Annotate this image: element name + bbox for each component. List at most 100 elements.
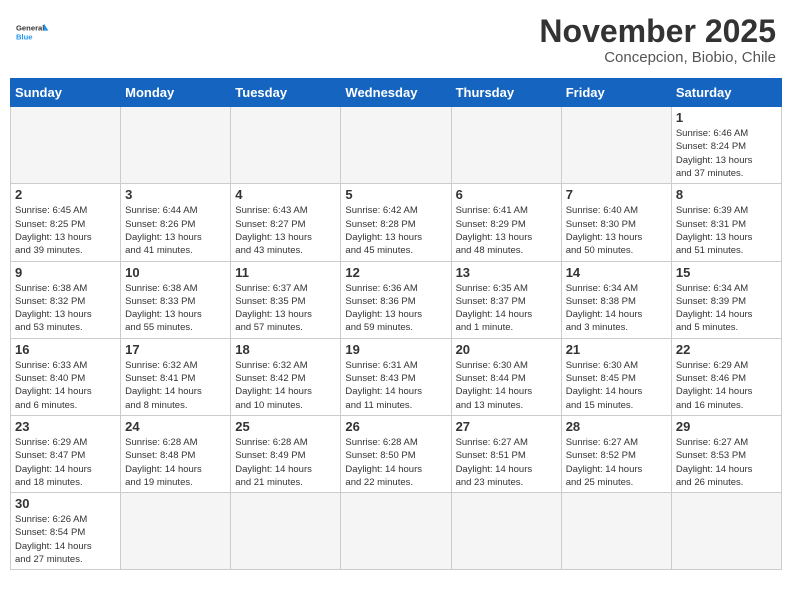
logo-icon: GeneralBlue <box>16 14 52 50</box>
calendar-cell <box>451 493 561 570</box>
day-number: 30 <box>15 496 116 511</box>
day-info: Sunrise: 6:31 AM Sunset: 8:43 PM Dayligh… <box>345 359 446 412</box>
svg-text:Blue: Blue <box>16 33 33 42</box>
day-number: 2 <box>15 187 116 202</box>
day-number: 20 <box>456 342 557 357</box>
calendar-cell: 22Sunrise: 6:29 AM Sunset: 8:46 PM Dayli… <box>671 338 781 415</box>
calendar-cell: 20 Sunrise: 6:30 AM Sunset: 8:44 PM Dayli… <box>451 338 561 415</box>
calendar-cell: 7 Sunrise: 6:40 AM Sunset: 8:30 PM Daylig… <box>561 184 671 261</box>
day-number: 8 <box>676 187 777 202</box>
day-number: 17 <box>125 342 226 357</box>
calendar-cell: 6 Sunrise: 6:41 AM Sunset: 8:29 PM Daylig… <box>451 184 561 261</box>
day-info: Sunrise: 6:38 AM Sunset: 8:32 PM Dayligh… <box>15 282 116 335</box>
day-info: Sunrise: 6:34 AM Sunset: 8:39 PM Dayligh… <box>676 282 777 335</box>
calendar-cell <box>121 493 231 570</box>
calendar-cell: 8Sunrise: 6:39 AM Sunset: 8:31 PM Daylig… <box>671 184 781 261</box>
day-number: 21 <box>566 342 667 357</box>
header: GeneralBlue November 2025 Concepcion, Bi… <box>10 10 782 70</box>
calendar-cell: 12Sunrise: 6:36 AM Sunset: 8:36 PM Dayli… <box>341 261 451 338</box>
day-info: Sunrise: 6:32 AM Sunset: 8:42 PM Dayligh… <box>235 359 336 412</box>
day-info: Sunrise: 6:41 AM Sunset: 8:29 PM Dayligh… <box>456 204 557 257</box>
calendar-header-row: SundayMondayTuesdayWednesdayThursdayFrid… <box>11 79 782 107</box>
calendar-cell: 27Sunrise: 6:27 AM Sunset: 8:51 PM Dayli… <box>451 415 561 492</box>
day-number: 10 <box>125 265 226 280</box>
day-info: Sunrise: 6:34 AM Sunset: 8:38 PM Dayligh… <box>566 282 667 335</box>
col-header-saturday: Saturday <box>671 79 781 107</box>
day-info: Sunrise: 6:44 AM Sunset: 8:26 PM Dayligh… <box>125 204 226 257</box>
day-info: Sunrise: 6:26 AM Sunset: 8:54 PM Dayligh… <box>15 513 116 566</box>
day-number: 18 <box>235 342 336 357</box>
calendar-cell <box>341 107 451 184</box>
day-info: Sunrise: 6:37 AM Sunset: 8:35 PM Dayligh… <box>235 282 336 335</box>
calendar-cell: 29 Sunrise: 6:27 AM Sunset: 8:53 PM Dayli… <box>671 415 781 492</box>
calendar-cell: 19Sunrise: 6:31 AM Sunset: 8:43 PM Dayli… <box>341 338 451 415</box>
calendar-cell <box>561 493 671 570</box>
calendar-cell: 9 Sunrise: 6:38 AM Sunset: 8:32 PM Daylig… <box>11 261 121 338</box>
calendar-cell <box>121 107 231 184</box>
col-header-wednesday: Wednesday <box>341 79 451 107</box>
calendar-cell: 25Sunrise: 6:28 AM Sunset: 8:49 PM Dayli… <box>231 415 341 492</box>
svg-text:General: General <box>16 24 44 33</box>
day-info: Sunrise: 6:30 AM Sunset: 8:45 PM Dayligh… <box>566 359 667 412</box>
day-number: 7 <box>566 187 667 202</box>
calendar-cell <box>451 107 561 184</box>
day-number: 25 <box>235 419 336 434</box>
calendar-week-row: 16 Sunrise: 6:33 AM Sunset: 8:40 PM Dayli… <box>11 338 782 415</box>
calendar-cell: 14 Sunrise: 6:34 AM Sunset: 8:38 PM Dayli… <box>561 261 671 338</box>
calendar-cell: 16 Sunrise: 6:33 AM Sunset: 8:40 PM Dayli… <box>11 338 121 415</box>
calendar-cell: 18 Sunrise: 6:32 AM Sunset: 8:42 PM Dayli… <box>231 338 341 415</box>
day-number: 24 <box>125 419 226 434</box>
calendar-cell <box>231 493 341 570</box>
calendar-week-row: 9 Sunrise: 6:38 AM Sunset: 8:32 PM Daylig… <box>11 261 782 338</box>
day-number: 5 <box>345 187 446 202</box>
day-number: 14 <box>566 265 667 280</box>
calendar-cell: 11 Sunrise: 6:37 AM Sunset: 8:35 PM Dayli… <box>231 261 341 338</box>
day-info: Sunrise: 6:27 AM Sunset: 8:53 PM Dayligh… <box>676 436 777 489</box>
col-header-tuesday: Tuesday <box>231 79 341 107</box>
calendar-cell: 23 Sunrise: 6:29 AM Sunset: 8:47 PM Dayli… <box>11 415 121 492</box>
day-number: 12 <box>345 265 446 280</box>
calendar-cell: 15 Sunrise: 6:34 AM Sunset: 8:39 PM Dayli… <box>671 261 781 338</box>
calendar: SundayMondayTuesdayWednesdayThursdayFrid… <box>10 78 782 570</box>
day-info: Sunrise: 6:28 AM Sunset: 8:50 PM Dayligh… <box>345 436 446 489</box>
day-number: 13 <box>456 265 557 280</box>
calendar-week-row: 1Sunrise: 6:46 AM Sunset: 8:24 PM Daylig… <box>11 107 782 184</box>
calendar-week-row: 2 Sunrise: 6:45 AM Sunset: 8:25 PM Daylig… <box>11 184 782 261</box>
col-header-friday: Friday <box>561 79 671 107</box>
calendar-cell: 24Sunrise: 6:28 AM Sunset: 8:48 PM Dayli… <box>121 415 231 492</box>
day-info: Sunrise: 6:32 AM Sunset: 8:41 PM Dayligh… <box>125 359 226 412</box>
calendar-week-row: 30 Sunrise: 6:26 AM Sunset: 8:54 PM Dayli… <box>11 493 782 570</box>
calendar-cell: 13 Sunrise: 6:35 AM Sunset: 8:37 PM Dayli… <box>451 261 561 338</box>
month-title: November 2025 <box>539 14 776 49</box>
col-header-thursday: Thursday <box>451 79 561 107</box>
calendar-cell <box>561 107 671 184</box>
calendar-cell: 17 Sunrise: 6:32 AM Sunset: 8:41 PM Dayli… <box>121 338 231 415</box>
title-block: November 2025 Concepcion, Biobio, Chile <box>539 14 776 66</box>
day-number: 23 <box>15 419 116 434</box>
logo: GeneralBlue <box>16 14 52 50</box>
day-number: 6 <box>456 187 557 202</box>
day-info: Sunrise: 6:27 AM Sunset: 8:51 PM Dayligh… <box>456 436 557 489</box>
calendar-cell <box>11 107 121 184</box>
calendar-cell: 10Sunrise: 6:38 AM Sunset: 8:33 PM Dayli… <box>121 261 231 338</box>
day-number: 9 <box>15 265 116 280</box>
day-number: 29 <box>676 419 777 434</box>
calendar-cell <box>671 493 781 570</box>
day-number: 15 <box>676 265 777 280</box>
day-info: Sunrise: 6:40 AM Sunset: 8:30 PM Dayligh… <box>566 204 667 257</box>
day-info: Sunrise: 6:29 AM Sunset: 8:47 PM Dayligh… <box>15 436 116 489</box>
calendar-cell: 5Sunrise: 6:42 AM Sunset: 8:28 PM Daylig… <box>341 184 451 261</box>
day-info: Sunrise: 6:45 AM Sunset: 8:25 PM Dayligh… <box>15 204 116 257</box>
day-info: Sunrise: 6:35 AM Sunset: 8:37 PM Dayligh… <box>456 282 557 335</box>
calendar-cell <box>231 107 341 184</box>
day-info: Sunrise: 6:29 AM Sunset: 8:46 PM Dayligh… <box>676 359 777 412</box>
col-header-sunday: Sunday <box>11 79 121 107</box>
calendar-cell: 2 Sunrise: 6:45 AM Sunset: 8:25 PM Daylig… <box>11 184 121 261</box>
day-info: Sunrise: 6:30 AM Sunset: 8:44 PM Dayligh… <box>456 359 557 412</box>
day-number: 11 <box>235 265 336 280</box>
location-subtitle: Concepcion, Biobio, Chile <box>539 49 776 66</box>
day-info: Sunrise: 6:33 AM Sunset: 8:40 PM Dayligh… <box>15 359 116 412</box>
day-number: 4 <box>235 187 336 202</box>
calendar-cell: 4Sunrise: 6:43 AM Sunset: 8:27 PM Daylig… <box>231 184 341 261</box>
day-number: 16 <box>15 342 116 357</box>
